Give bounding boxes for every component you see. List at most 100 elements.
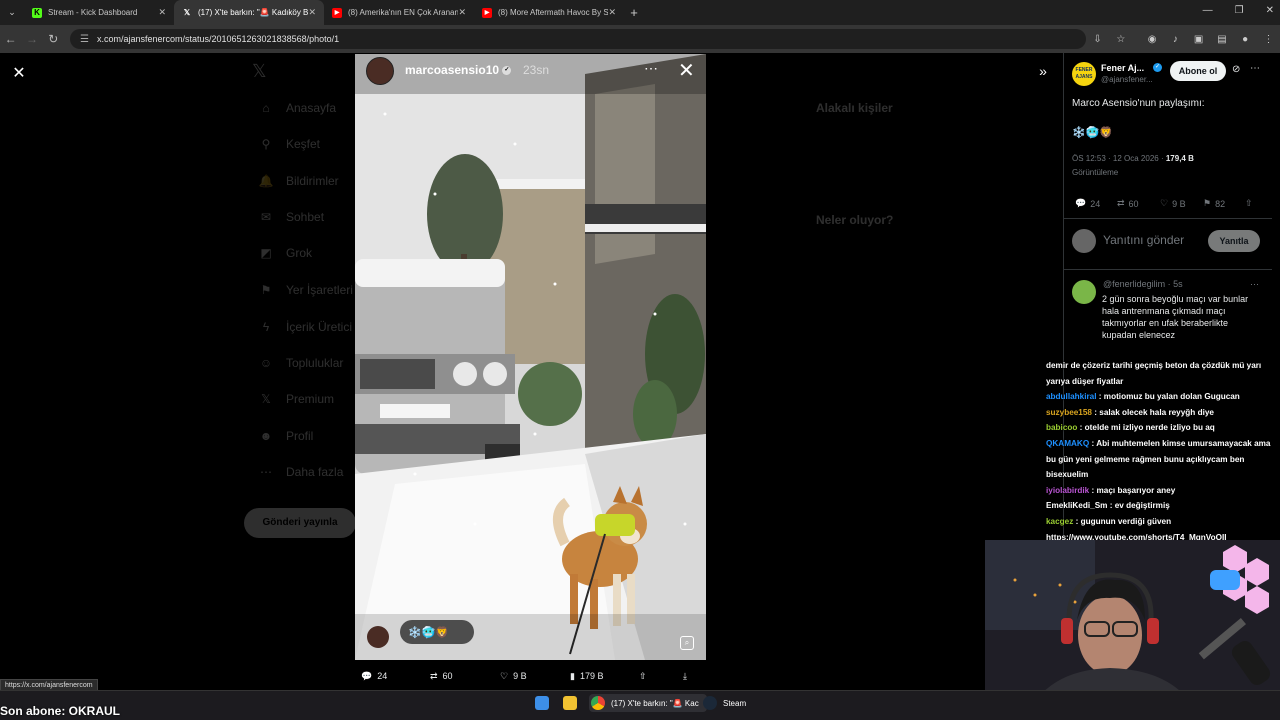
tab-title: (8) Amerika'nın EN Çok Aranan: [348, 8, 458, 17]
tab-title: Stream - Kick Dashboard: [48, 8, 138, 17]
story-reactions[interactable]: ❄️🥶🦁: [400, 620, 474, 644]
chat-username: EmekliKedi_Sm: [1046, 501, 1108, 511]
comment-text: 2 gün sonra beyoğlu maçı var bunlar hala…: [1102, 294, 1249, 340]
tab-title: (17) X'te barkın: "🚨 Kadıköy B: [198, 8, 308, 17]
reply-stat[interactable]: 💬 24: [1075, 198, 1100, 209]
steam-taskbar-item[interactable]: Steam: [703, 696, 746, 710]
bookmark-icon: ⚑: [260, 283, 272, 297]
extension-icon[interactable]: ◉: [1140, 34, 1163, 45]
heart-icon: ♡: [1160, 198, 1169, 208]
new-tab-button[interactable]: +: [624, 5, 644, 20]
person-icon: ☻: [259, 429, 273, 443]
browser-toolbar: ← → ↻ ☰ x.com/ajansfenercom/status/20106…: [0, 25, 1280, 53]
close-tab-icon[interactable]: ✕: [458, 7, 466, 18]
reply-count: 24: [1090, 198, 1101, 209]
account-handle[interactable]: @ajansfener...: [1101, 75, 1153, 84]
reload-icon[interactable]: ↻: [43, 32, 64, 46]
sidebar-item-label: Anasayfa: [286, 101, 337, 115]
download-icon[interactable]: ⤓: [683, 671, 687, 682]
minimize-icon[interactable]: —: [1203, 5, 1213, 16]
back-icon[interactable]: ←: [0, 32, 21, 46]
site-info-icon[interactable]: ☰: [80, 34, 89, 45]
chrome-taskbar-item[interactable]: (17) X'te barkın: "🚨 Kac: [589, 694, 707, 712]
story-more-icon[interactable]: ⋯: [644, 60, 658, 77]
kick-icon: K: [32, 7, 42, 18]
tab-youtube-2[interactable]: ▶ (8) More Aftermath Havoc By S ✕: [474, 0, 624, 25]
share-icon[interactable]: ⇧: [1245, 198, 1253, 209]
bookmark-stat[interactable]: ⚑ 82: [1203, 198, 1225, 209]
story-close-icon[interactable]: ✕: [678, 58, 695, 83]
tab-youtube-1[interactable]: ▶ (8) Amerika'nın EN Çok Aranan ✕: [324, 0, 474, 25]
explorer-button[interactable]: [563, 696, 577, 710]
reply-action[interactable]: 💬 24: [361, 671, 387, 682]
image-search-icon[interactable]: ⌕: [680, 636, 694, 650]
chat-text: : salak olecek hala reyyğh diye: [1091, 407, 1214, 417]
chat-username: babicoo: [1046, 423, 1078, 433]
tab-kick[interactable]: K Stream - Kick Dashboard ✕: [24, 0, 174, 25]
repost-stat[interactable]: ⇄ 60: [1117, 198, 1139, 209]
sidebar-item-chat: ✉ Sohbet: [258, 210, 324, 224]
browser-tab-strip: ⌄ K Stream - Kick Dashboard ✕ 𝕏 (17) X't…: [0, 0, 1280, 25]
follow-button[interactable]: Abone ol: [1170, 61, 1226, 81]
close-tab-icon[interactable]: ✕: [158, 7, 166, 18]
close-tab-icon[interactable]: ✕: [608, 7, 616, 18]
chat-message: QKAMAKQ : Abi muhtemelen kimse umursamay…: [1046, 436, 1278, 483]
sidebar-item-bookmarks: ⚑ Yer İşaretleri: [258, 283, 353, 297]
views-action[interactable]: ▮ 179 B: [570, 671, 603, 682]
tab-search-icon[interactable]: ⌄: [0, 7, 24, 18]
start-button[interactable]: [535, 696, 549, 710]
more-icon[interactable]: ⋯: [1250, 63, 1260, 74]
tweet-meta: ÖS 12:53 · 12 Oca 2026 · 179,4 B Görüntü…: [1072, 152, 1262, 180]
account-name[interactable]: Fener Aj...: [1101, 63, 1144, 73]
bookmark-star-icon[interactable]: ☆: [1109, 34, 1132, 45]
sidebar-item-explore: ⚲ Keşfet: [258, 137, 320, 151]
chrome-icon: [591, 696, 605, 710]
tweet-time[interactable]: ÖS 12:53 · 12 Oca 2026 ·: [1072, 154, 1164, 163]
close-window-icon[interactable]: ✕: [1266, 5, 1274, 16]
sidebar-item-label: Premium: [286, 392, 335, 406]
steam-icon: [703, 696, 717, 710]
comment-avatar[interactable]: [1072, 280, 1096, 304]
repost-icon: ⇄: [1117, 198, 1125, 208]
photo-action-bar: 💬 24 ⇄ 60 ♡ 9 B ▮ 179 B ⇧ ⤓: [355, 664, 706, 688]
sidebar-icon[interactable]: ▤: [1210, 34, 1233, 45]
audio-icon[interactable]: ♪: [1164, 34, 1187, 45]
close-viewer-icon[interactable]: ✕: [10, 63, 28, 83]
like-action[interactable]: ♡ 9 B: [500, 671, 527, 682]
collapse-panel-icon[interactable]: »: [1034, 63, 1052, 79]
forward-icon[interactable]: →: [21, 32, 42, 46]
tweet-views: 179,4 B: [1165, 154, 1194, 163]
like-count: 9 B: [513, 671, 527, 681]
maximize-icon[interactable]: ❐: [1235, 5, 1244, 16]
like-stat[interactable]: ♡ 9 B: [1160, 198, 1186, 209]
reply-input[interactable]: Yanıtını gönder: [1103, 233, 1184, 247]
more-icon: ⋯: [260, 465, 272, 479]
tweet-emoji: ❄️🥶🦁: [1072, 127, 1114, 139]
menu-dots-icon[interactable]: ⋮: [1257, 34, 1280, 45]
grok-icon[interactable]: ⊘: [1232, 64, 1240, 75]
comment-handle[interactable]: @fenerlidegilim · 5s: [1103, 279, 1183, 289]
install-app-icon[interactable]: ⇩: [1086, 34, 1109, 45]
verified-icon: ✓: [1153, 63, 1162, 72]
repost-action[interactable]: ⇄ 60: [430, 671, 453, 682]
close-tab-icon[interactable]: ✕: [308, 7, 316, 18]
reply-button[interactable]: Yanıtla: [1208, 230, 1260, 252]
tab-x-post[interactable]: 𝕏 (17) X'te barkın: "🚨 Kadıköy B ✕: [174, 0, 324, 25]
sidebar-item-label: Grok: [286, 246, 313, 260]
taskbar-item-label: Steam: [723, 698, 747, 708]
share-icon[interactable]: ⇧: [639, 671, 647, 682]
tweet-views-label: Görüntüleme: [1072, 168, 1119, 177]
profile-avatar-icon[interactable]: ●: [1234, 34, 1257, 45]
comment-more-icon[interactable]: ⋯: [1250, 279, 1259, 290]
story-username[interactable]: marcoasensio10 ✓: [405, 63, 512, 77]
x-icon: 𝕏: [261, 392, 271, 406]
story-photo[interactable]: [355, 54, 706, 660]
stream-chat-overlay: demir de çözeriz tarihi geçmiş beton da …: [1046, 358, 1278, 542]
account-avatar[interactable]: FENER AJANS: [1072, 62, 1096, 86]
puzzle-icon[interactable]: ▣: [1187, 34, 1210, 45]
address-bar[interactable]: ☰ x.com/ajansfenercom/status/20106512630…: [69, 29, 1086, 49]
repost-icon: ⇄: [430, 670, 438, 681]
chat-username: abdullahkiral: [1046, 392, 1097, 402]
divider: [1063, 218, 1272, 219]
story-author-avatar[interactable]: [366, 57, 394, 85]
